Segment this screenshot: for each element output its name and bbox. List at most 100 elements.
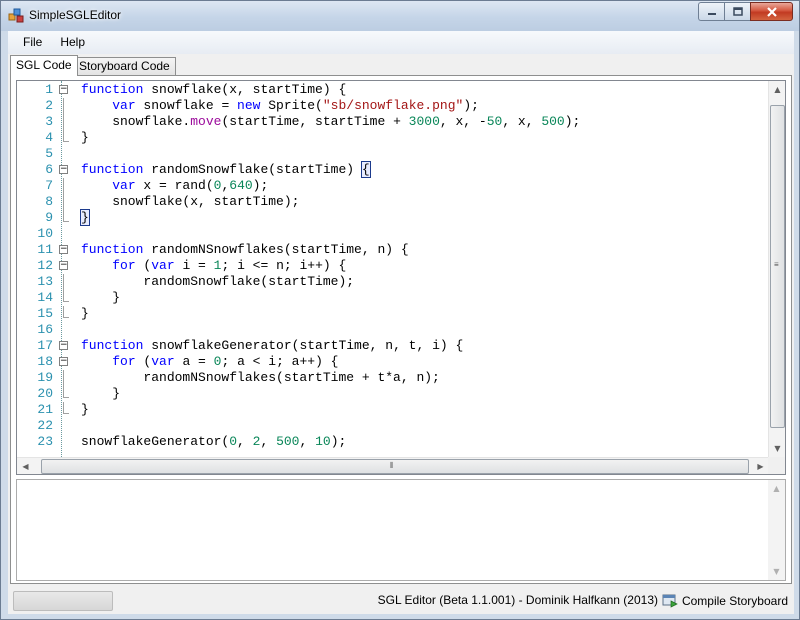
output-vertical-scrollbar[interactable]: ▲ ▼ [768,480,785,580]
menu-help[interactable]: Help [51,32,94,53]
code-line[interactable]: 15} [17,306,769,322]
code-token: function [81,338,144,353]
code-line[interactable]: 22 [17,418,769,434]
code-token: (startTime, startTime + [221,114,409,129]
code-line[interactable]: 13 randomSnowflake(startTime); [17,274,769,290]
fold-collapse-icon[interactable]: − [59,85,68,94]
scroll-up-icon[interactable]: ▲ [769,81,785,98]
fold-collapse-icon[interactable]: − [59,165,68,174]
code-token: 0 [229,434,238,449]
scroll-down-icon[interactable]: ▼ [769,440,785,457]
code-token: ); [564,114,581,129]
code-token: randomSnowflake(startTime) [143,162,362,177]
code-line[interactable]: 9} [17,209,769,226]
code-line[interactable]: 14 } [17,290,769,306]
code-text: } [81,402,89,418]
maximize-button[interactable] [724,2,750,21]
code-token: i = [174,258,214,273]
code-token: move [190,114,222,129]
maximize-icon [732,7,743,16]
fold-guide [63,114,64,130]
grip-icon: ≡ [774,260,779,269]
scroll-down-icon[interactable]: ▼ [768,563,785,580]
code-token: ); [252,178,269,193]
code-token: Sprite( [260,98,323,113]
fold-collapse-icon[interactable]: − [59,245,68,254]
code-text: function snowflake(x, startTime) { [81,82,346,98]
title-bar[interactable]: SimpleSGLEditor [1,1,799,31]
fold-guide [63,370,64,386]
line-number: 20 [37,386,53,401]
minimize-button[interactable] [698,2,724,21]
code-token: var [151,258,175,273]
code-text: var snowflake = new Sprite("sb/snowflake… [81,98,479,114]
scroll-left-icon[interactable]: ◀ [17,458,34,474]
code-token: function [81,242,144,257]
grip-icon: ⦀ [390,461,394,470]
code-text: } [81,306,89,322]
code-line[interactable]: 12− for (var i = 1; i <= n; i++) { [17,258,769,274]
tab-strip: SGL Code Storyboard Code [8,55,794,76]
code-line[interactable]: 23 snowflakeGenerator(0, 2, 500, 10); [17,434,769,450]
code-line[interactable]: 11− function randomNSnowflakes(startTime,… [17,242,769,258]
code-line[interactable]: 21} [17,402,769,418]
horizontal-scroll-thumb[interactable]: ⦀ [41,459,749,474]
close-button[interactable] [750,2,793,21]
app-icon [8,8,24,23]
code-line[interactable]: 7 var x = rand(0,640); [17,178,769,194]
code-line[interactable]: 16 [17,322,769,338]
code-line[interactable]: 8 snowflake(x, startTime); [17,194,769,210]
code-line[interactable]: 3 snowflake.move(startTime, startTime + … [17,114,769,130]
code-line[interactable]: 5 [17,146,769,162]
tab-storyboard-code[interactable]: Storyboard Code [73,57,176,76]
code-token: 3000 [408,114,440,129]
code-area[interactable]: 1− function snowflake(x, startTime) {2 va… [17,81,769,457]
code-token: "sb/snowflake.png" [322,98,464,113]
code-token: ( [135,354,152,369]
line-number: 2 [45,98,53,113]
code-line[interactable]: 1− function snowflake(x, startTime) { [17,82,769,98]
scroll-up-icon[interactable]: ▲ [768,480,785,497]
code-text: } [81,290,120,306]
fold-end-guide [63,210,69,222]
status-strip: SGL Editor (Beta 1.1.001) - Dominik Half… [8,586,794,614]
line-number: 7 [45,178,53,193]
code-token: ; i <= n; i++) { [221,258,347,273]
code-line[interactable]: 4} [17,130,769,146]
code-line[interactable]: 19 randomNSnowflakes(startTime + t*a, n)… [17,370,769,386]
code-text: snowflake.move(startTime, startTime + 30… [81,114,580,130]
line-number: 8 [45,194,53,209]
scroll-right-icon[interactable]: ▶ [752,458,769,474]
fold-collapse-icon[interactable]: − [59,357,68,366]
code-token: snowflake. [81,114,191,129]
code-line[interactable]: 6− function randomSnowflake(startTime) { [17,161,769,178]
vertical-scroll-thumb[interactable]: ≡ [770,105,785,428]
line-number: 14 [37,290,53,305]
fold-guide [63,98,64,114]
code-token: , [237,434,253,449]
menu-file[interactable]: File [14,32,51,53]
editor-horizontal-scrollbar[interactable]: ◀ ⦀ ▶ [17,457,769,474]
code-token: ( [135,258,152,273]
code-token: } [81,290,121,305]
code-token: 50 [486,114,503,129]
line-number: 1 [45,82,53,97]
editor-vertical-scrollbar[interactable]: ▲ ≡ ▼ [768,81,785,457]
code-editor[interactable]: 1− function snowflake(x, startTime) {2 va… [16,80,786,475]
code-text: } [81,386,120,402]
code-token: for [112,354,136,369]
code-line[interactable]: 2 var snowflake = new Sprite("sb/snowfla… [17,98,769,114]
code-line[interactable]: 20 } [17,386,769,402]
code-line[interactable]: 18− for (var a = 0; a < i; a++) { [17,354,769,370]
tab-sgl-code[interactable]: SGL Code [10,55,78,76]
output-textbox[interactable]: ▲ ▼ [16,479,786,581]
fold-collapse-icon[interactable]: − [59,261,68,270]
line-number: 17 [37,338,53,353]
code-line[interactable]: 10 [17,226,769,242]
code-line[interactable]: 17− function snowflakeGenerator(startTime… [17,338,769,354]
line-number: 11 [37,242,53,257]
compile-storyboard-button[interactable]: Compile Storyboard [662,591,788,611]
fold-collapse-icon[interactable]: − [59,341,68,350]
